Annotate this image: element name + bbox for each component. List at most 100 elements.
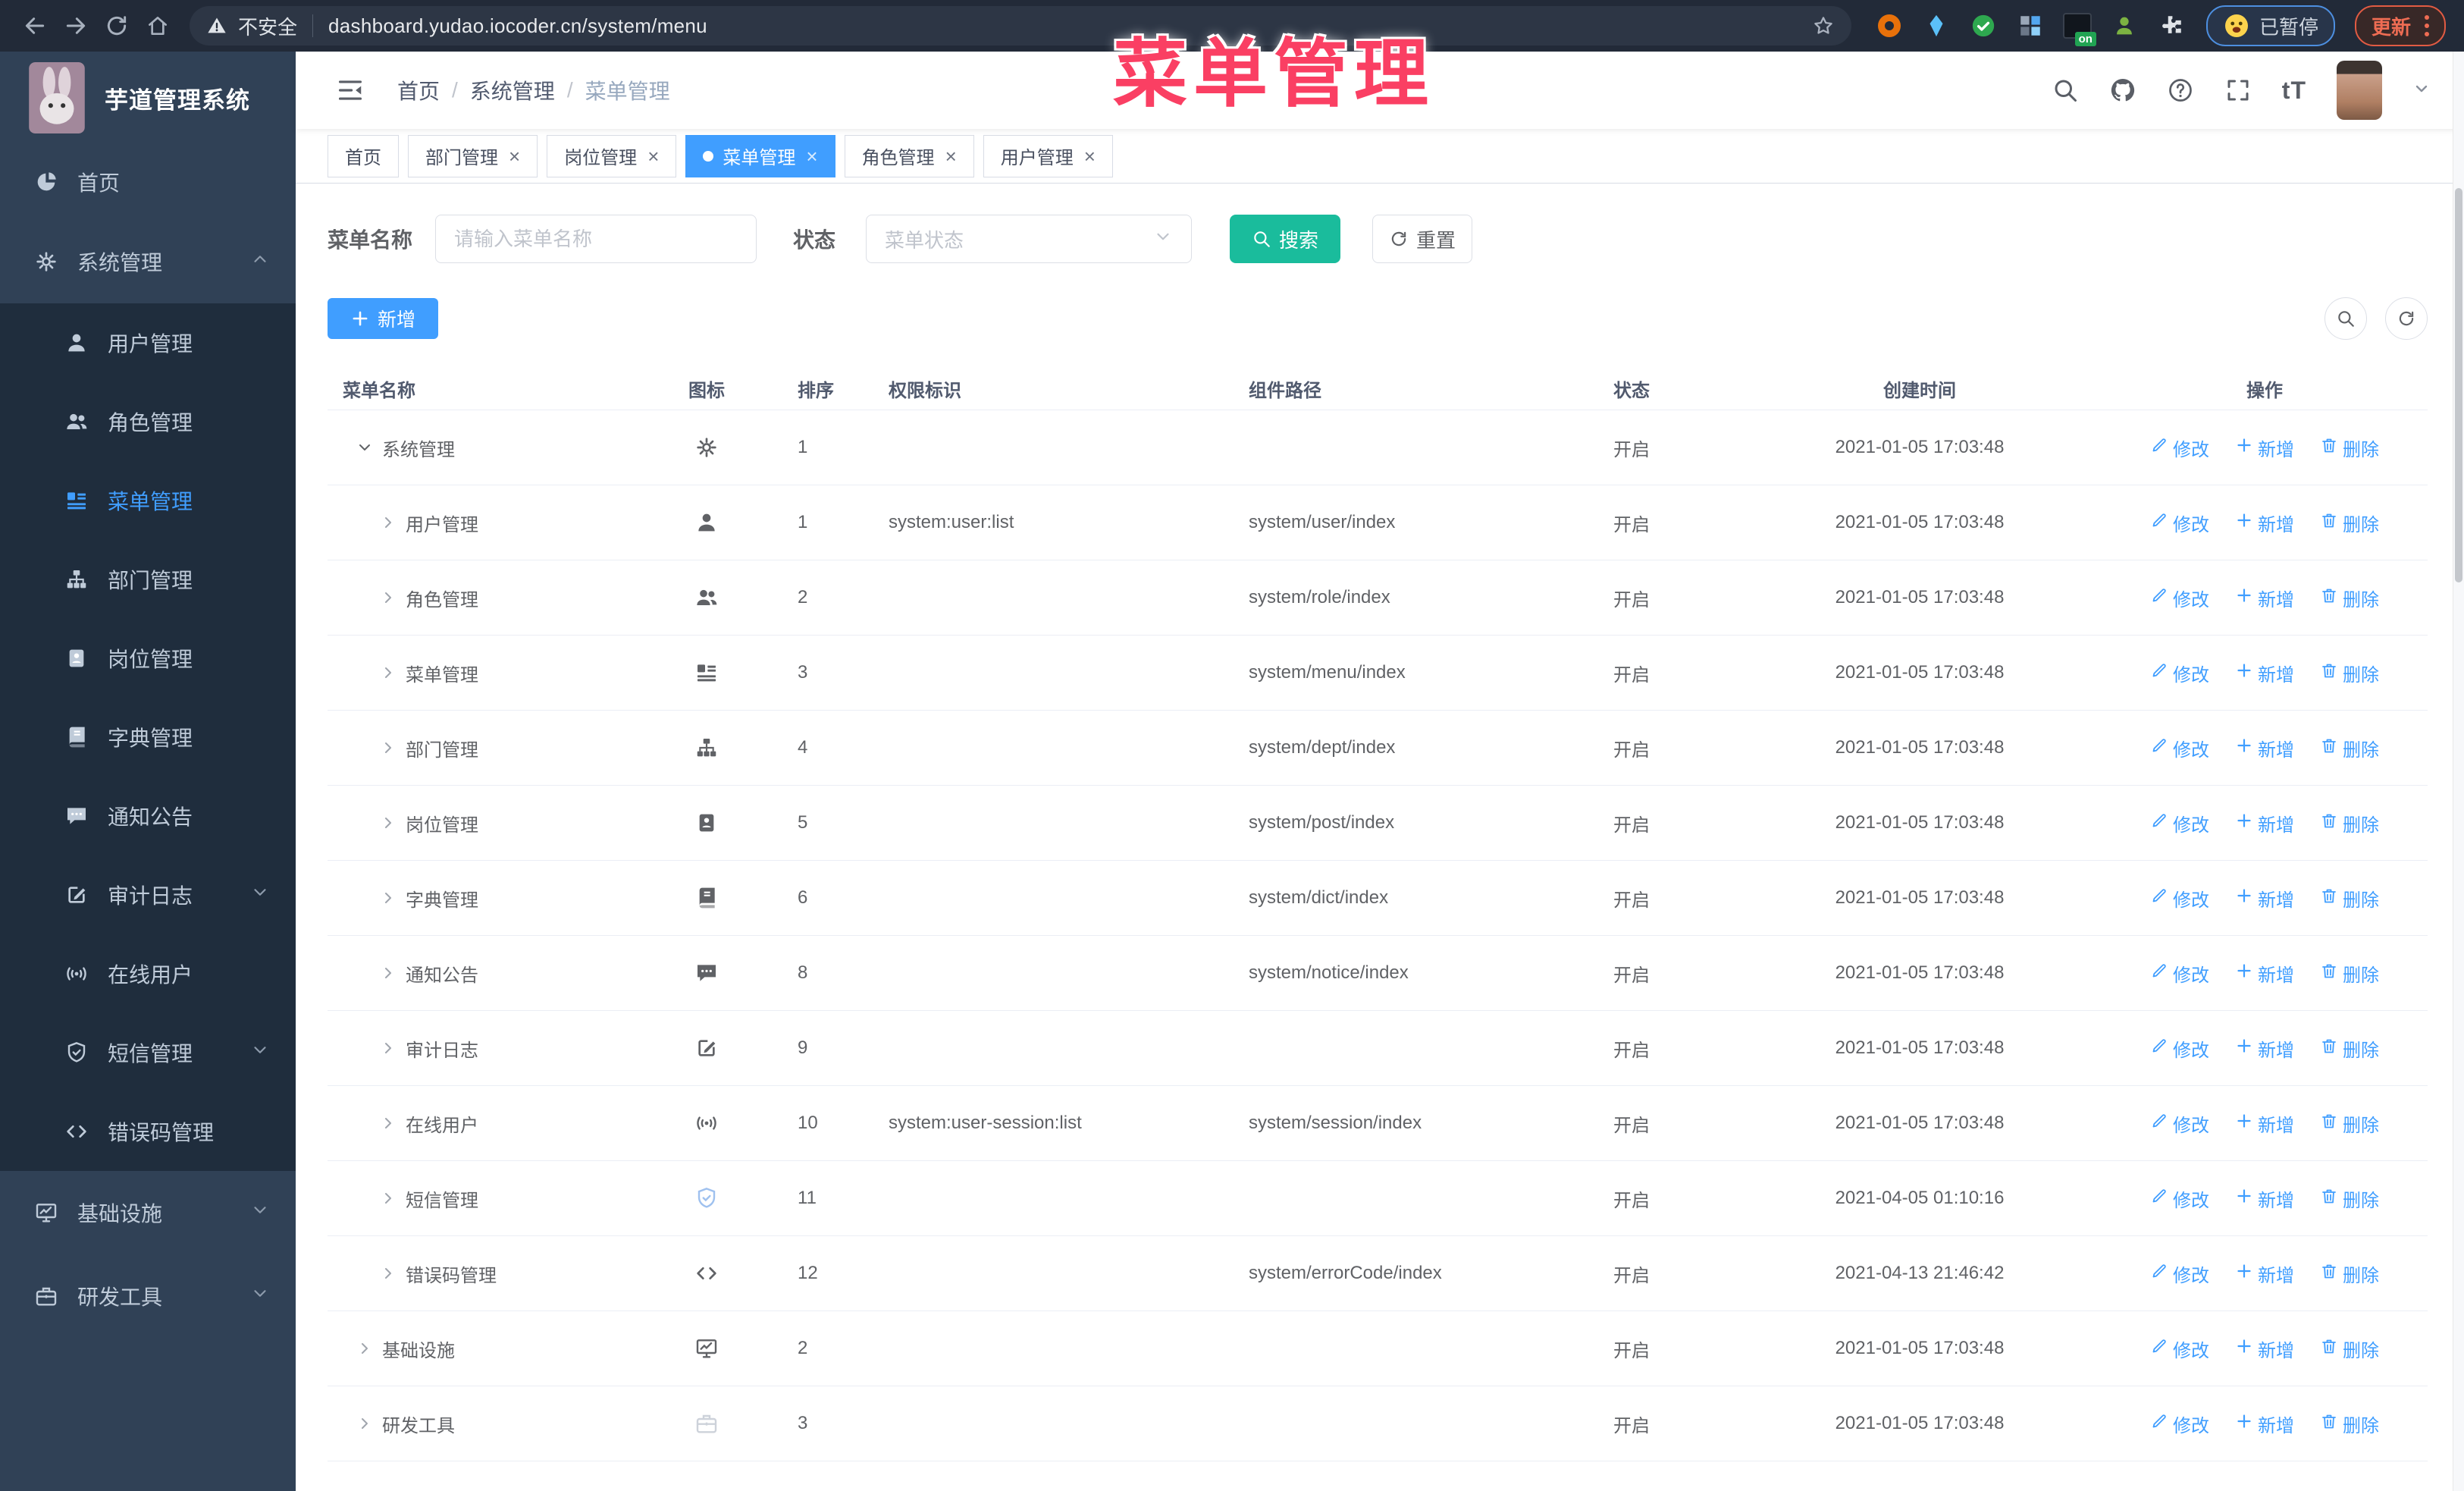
- close-icon[interactable]: ×: [945, 146, 957, 166]
- add-link[interactable]: 新增: [2235, 885, 2294, 912]
- close-icon[interactable]: ×: [647, 146, 659, 166]
- add-link[interactable]: 新增: [2235, 1185, 2294, 1212]
- edit-link[interactable]: 修改: [2150, 885, 2209, 912]
- delete-link[interactable]: 删除: [2320, 1411, 2379, 1437]
- breadcrumb-item[interactable]: 系统管理: [470, 75, 555, 105]
- forward-icon[interactable]: [59, 9, 92, 42]
- chevron-right-icon[interactable]: [355, 1339, 375, 1358]
- add-link[interactable]: 新增: [2235, 1035, 2294, 1062]
- sidebar-item-home[interactable]: 首页: [0, 144, 296, 220]
- chevron-right-icon[interactable]: [378, 1113, 398, 1133]
- back-icon[interactable]: [18, 9, 52, 42]
- chevron-right-icon[interactable]: [378, 1188, 398, 1208]
- sidebar-item-infra[interactable]: 基础设施: [0, 1171, 296, 1254]
- delete-link[interactable]: 删除: [2320, 1336, 2379, 1362]
- edit-link[interactable]: 修改: [2150, 1110, 2209, 1137]
- edit-link[interactable]: 修改: [2150, 1411, 2209, 1437]
- add-link[interactable]: 新增: [2235, 810, 2294, 837]
- tab-菜单管理[interactable]: 菜单管理 ×: [685, 134, 835, 177]
- github-icon[interactable]: [2109, 77, 2136, 104]
- kebab-menu-icon[interactable]: [2425, 15, 2429, 36]
- delete-link[interactable]: 删除: [2320, 885, 2379, 912]
- add-link[interactable]: 新增: [2235, 1411, 2294, 1437]
- sidebar-item-role[interactable]: 角色管理: [0, 382, 296, 461]
- edit-link[interactable]: 修改: [2150, 585, 2209, 611]
- reset-button[interactable]: 重置: [1372, 215, 1473, 263]
- bookmark-star-icon[interactable]: [1812, 14, 1835, 37]
- browser-update-button[interactable]: 更新: [2354, 5, 2446, 46]
- home-icon[interactable]: [141, 9, 174, 42]
- delete-link[interactable]: 删除: [2320, 960, 2379, 987]
- edit-link[interactable]: 修改: [2150, 510, 2209, 536]
- add-link[interactable]: 新增: [2235, 1260, 2294, 1287]
- delete-link[interactable]: 删除: [2320, 435, 2379, 461]
- scrollbar[interactable]: [2453, 52, 2464, 1491]
- extension-server-icon[interactable]: on: [2062, 11, 2096, 46]
- toggle-search-button[interactable]: [2324, 297, 2367, 340]
- chevron-right-icon[interactable]: [378, 738, 398, 758]
- chevron-right-icon[interactable]: [378, 888, 398, 908]
- tab-首页[interactable]: 首页: [328, 134, 399, 177]
- address-bar[interactable]: 不安全 dashboard.yudao.iocoder.cn/system/me…: [190, 6, 1851, 46]
- close-icon[interactable]: ×: [806, 146, 817, 166]
- chevron-right-icon[interactable]: [355, 1414, 375, 1433]
- scrollbar-thumb[interactable]: [2455, 188, 2462, 582]
- delete-link[interactable]: 删除: [2320, 660, 2379, 686]
- menu-name-input[interactable]: [435, 215, 757, 263]
- chevron-right-icon[interactable]: [378, 663, 398, 683]
- status-select[interactable]: 菜单状态: [866, 215, 1193, 263]
- search-icon[interactable]: [2052, 77, 2079, 104]
- help-icon[interactable]: [2167, 77, 2194, 104]
- add-link[interactable]: 新增: [2235, 960, 2294, 987]
- edit-link[interactable]: 修改: [2150, 810, 2209, 837]
- breadcrumb-item[interactable]: 首页: [397, 75, 440, 105]
- edit-link[interactable]: 修改: [2150, 1185, 2209, 1212]
- edit-link[interactable]: 修改: [2150, 1035, 2209, 1062]
- delete-link[interactable]: 删除: [2320, 510, 2379, 536]
- sidebar-item-system[interactable]: 系统管理: [0, 220, 296, 303]
- sidebar-item-dict[interactable]: 字典管理: [0, 698, 296, 777]
- edit-link[interactable]: 修改: [2150, 1336, 2209, 1362]
- delete-link[interactable]: 删除: [2320, 1035, 2379, 1062]
- sidebar-item-menu[interactable]: 菜单管理: [0, 461, 296, 540]
- add-link[interactable]: 新增: [2235, 585, 2294, 611]
- refresh-table-button[interactable]: [2385, 297, 2428, 340]
- extension-orange-icon[interactable]: [1874, 11, 1904, 41]
- add-link[interactable]: 新增: [2235, 510, 2294, 536]
- add-button[interactable]: 新增: [328, 298, 438, 339]
- edit-link[interactable]: 修改: [2150, 735, 2209, 761]
- delete-link[interactable]: 删除: [2320, 735, 2379, 761]
- delete-link[interactable]: 删除: [2320, 810, 2379, 837]
- sidebar-item-sms[interactable]: 短信管理: [0, 1013, 296, 1092]
- chevron-down-icon[interactable]: [2412, 80, 2431, 102]
- chevron-right-icon[interactable]: [378, 513, 398, 532]
- sidebar-item-tool[interactable]: 研发工具: [0, 1254, 296, 1338]
- edit-link[interactable]: 修改: [2150, 435, 2209, 461]
- chevron-right-icon[interactable]: [378, 813, 398, 833]
- hamburger-icon[interactable]: [334, 74, 367, 107]
- tab-部门管理[interactable]: 部门管理 ×: [408, 134, 538, 177]
- delete-link[interactable]: 删除: [2320, 1185, 2379, 1212]
- chevron-down-icon[interactable]: [355, 438, 375, 457]
- tab-角色管理[interactable]: 角色管理 ×: [844, 134, 974, 177]
- extension-person-icon[interactable]: [2109, 11, 2140, 41]
- delete-link[interactable]: 删除: [2320, 1110, 2379, 1137]
- tab-岗位管理[interactable]: 岗位管理 ×: [547, 134, 677, 177]
- edit-link[interactable]: 修改: [2150, 1260, 2209, 1287]
- sidebar-item-audit[interactable]: 审计日志: [0, 855, 296, 934]
- delete-link[interactable]: 删除: [2320, 585, 2379, 611]
- sidebar-item-errcode[interactable]: 错误码管理: [0, 1092, 296, 1171]
- edit-link[interactable]: 修改: [2150, 660, 2209, 686]
- chevron-right-icon[interactable]: [378, 1263, 398, 1283]
- chevron-right-icon[interactable]: [378, 1038, 398, 1058]
- chevron-right-icon[interactable]: [378, 588, 398, 607]
- sidebar-item-dept[interactable]: 部门管理: [0, 540, 296, 619]
- sidebar-item-user[interactable]: 用户管理: [0, 303, 296, 382]
- close-icon[interactable]: ×: [509, 146, 520, 166]
- add-link[interactable]: 新增: [2235, 735, 2294, 761]
- fullscreen-icon[interactable]: [2224, 77, 2252, 104]
- add-link[interactable]: 新增: [2235, 1336, 2294, 1362]
- user-avatar[interactable]: [2337, 61, 2382, 120]
- sidebar-item-online[interactable]: 在线用户: [0, 934, 296, 1013]
- chevron-right-icon[interactable]: [378, 963, 398, 983]
